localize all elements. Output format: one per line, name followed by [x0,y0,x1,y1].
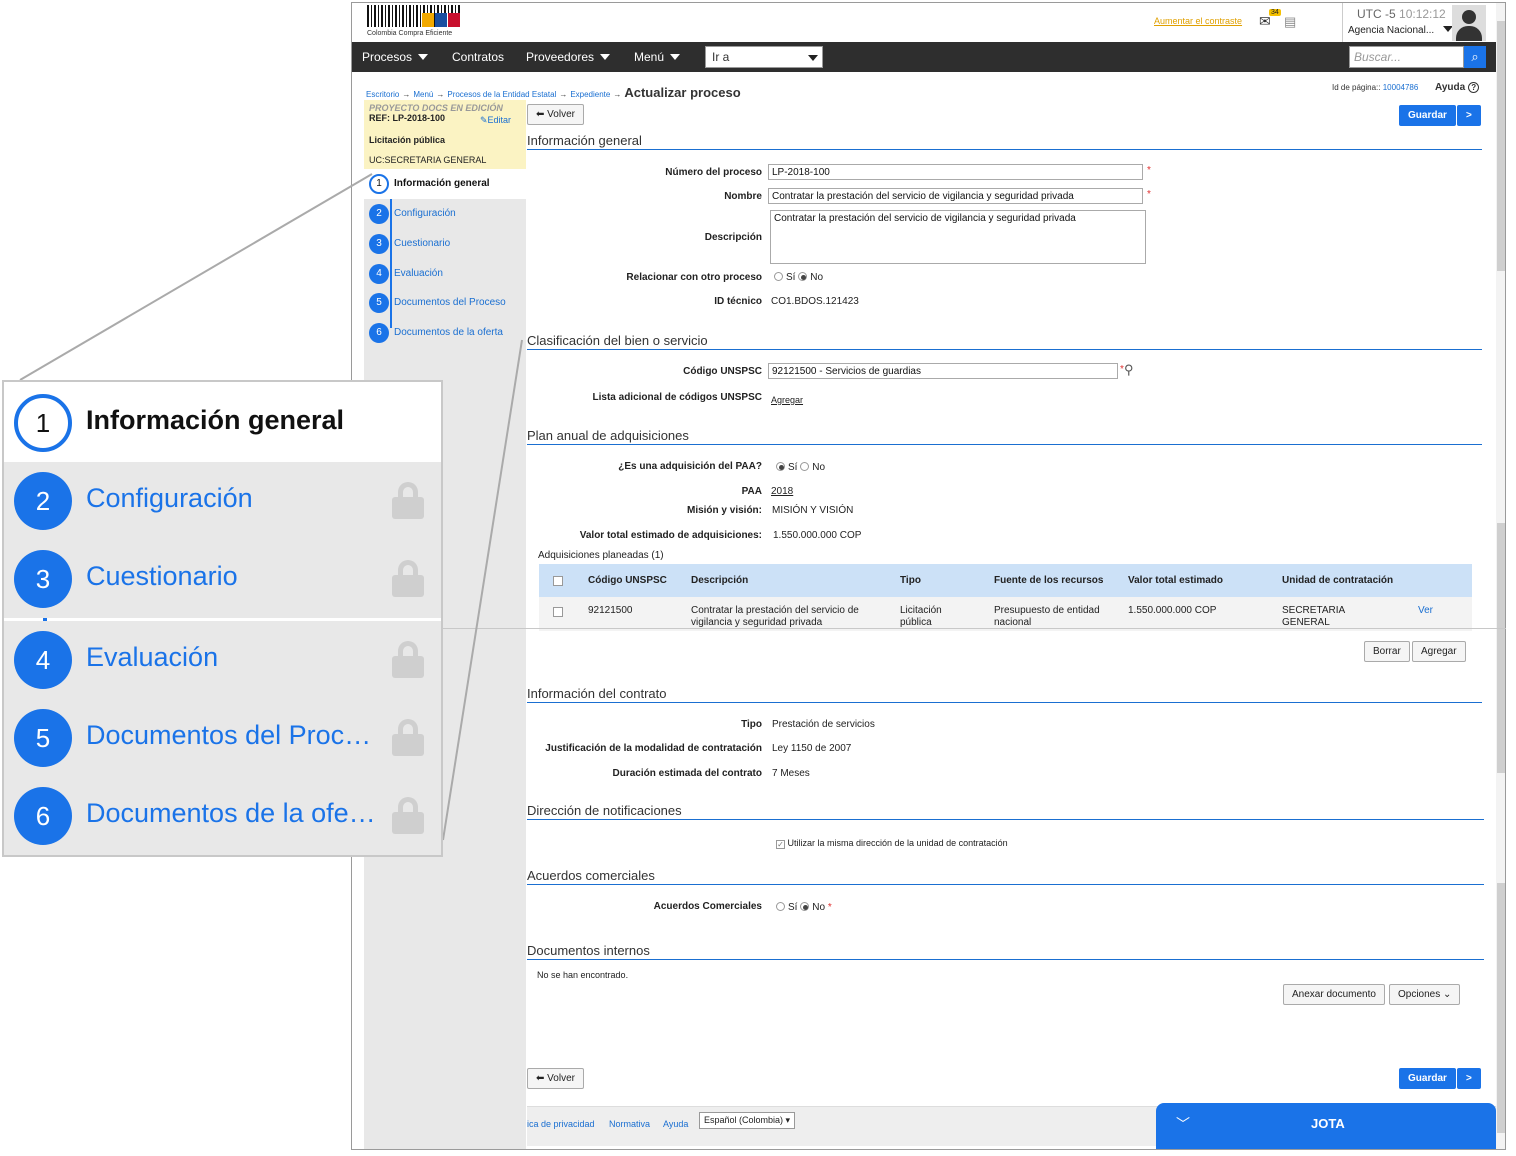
zoom-callout: 1 Información general 2 Configuración 3 Cue… [2,380,443,857]
lock-icon [392,560,424,597]
zoom-step-cuestionario: 3 Cuestionario [4,540,441,618]
zoom-step-documentos-proceso: 5 Documentos del Proc… [4,699,441,777]
step-label: Información general [86,405,345,435]
zoom-step-configuracion: 2 Configuración [4,462,441,540]
zoom-step-documentos-oferta: 6 Documentos de la ofe… [4,777,441,855]
step-number: 1 [14,394,72,452]
step-number: 5 [14,709,72,767]
step-label: Configuración [86,483,253,513]
zoom-step-evaluacion: 4 Evaluación [4,621,441,699]
zoom-step-informacion-general: 1 Información general [4,384,441,462]
step-label: Cuestionario [86,561,238,591]
step-number: 3 [14,550,72,608]
step-label: Evaluación [86,642,219,672]
step-label: Documentos de la ofe… [86,798,376,828]
lock-icon [392,719,424,756]
lock-icon [392,482,424,519]
lock-icon [392,797,424,834]
lock-icon [392,641,424,678]
step-number: 4 [14,631,72,689]
step-number: 2 [14,472,72,530]
step-label: Documentos del Proc… [86,720,372,750]
step-number: 6 [14,787,72,845]
